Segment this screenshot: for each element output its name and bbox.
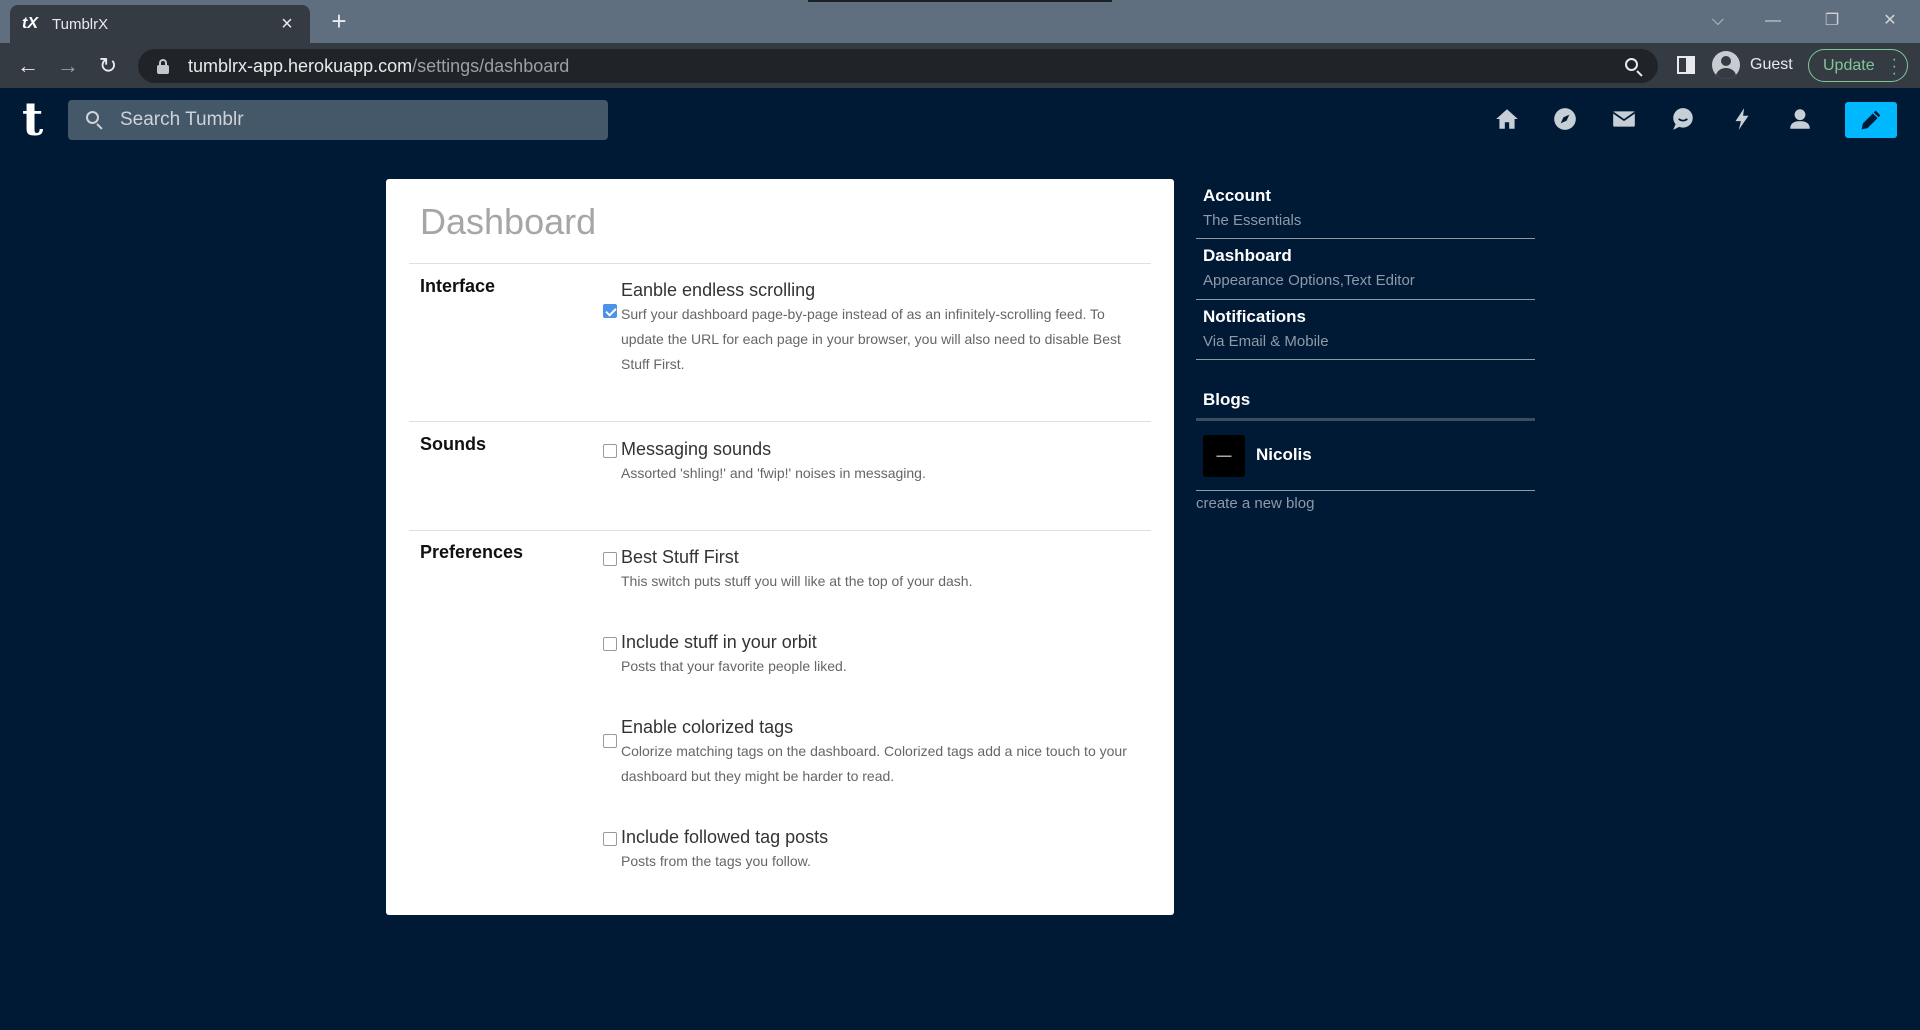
setting-endless-scrolling: Eanble endless scrolling Surf your dashb…	[603, 280, 1143, 372]
blog-avatar: ▬▬▬	[1203, 435, 1245, 477]
tumblrx-favicon-icon: tX	[22, 15, 38, 32]
search-icon	[86, 111, 104, 130]
tumblr-logo[interactable]: t	[22, 94, 43, 144]
sidebar-item-title: Account	[1203, 186, 1271, 205]
followed-tag-posts-checkbox[interactable]	[603, 832, 617, 846]
setting-title: Messaging sounds	[621, 439, 772, 459]
setting-title: Include followed tag posts	[621, 827, 829, 847]
url-text[interactable]: tumblrx-app.herokuapp.com/settings/dashb…	[188, 56, 1622, 77]
profile-button[interactable]: Guest	[1712, 51, 1793, 79]
section-label: Preferences	[420, 542, 524, 562]
tab-bar-edge	[808, 0, 1112, 2]
sidebar-item-title: Notifications	[1203, 307, 1306, 326]
blogs-heading: Blogs	[1203, 390, 1251, 409]
update-button[interactable]: Update · · ·	[1808, 49, 1908, 82]
sidebar-item-subtitle: The Essentials	[1203, 212, 1302, 229]
chat-icon[interactable]	[1668, 106, 1698, 136]
section-label: Interface	[420, 276, 496, 296]
pencil-icon	[1861, 110, 1881, 130]
section-preferences: Preferences Best Stuff First This switch…	[409, 530, 1151, 910]
profile-name: Guest	[1750, 56, 1793, 73]
settings-card: Dashboard Interface Eanble endless scrol…	[386, 179, 1174, 915]
search-input[interactable]	[120, 109, 590, 131]
sidebar-item-notifications[interactable]: Notifications Via Email & Mobile	[1196, 300, 1535, 360]
lightning-icon[interactable]	[1727, 106, 1757, 136]
compose-button[interactable]	[1845, 102, 1897, 138]
sidebar-item-dashboard[interactable]: Dashboard Appearance Options,Text Editor	[1196, 239, 1535, 300]
zoom-icon[interactable]	[1622, 55, 1644, 77]
browser-tab-bar: tX TumblrX × + ⌵ — ❐ ✕	[0, 0, 1920, 43]
setting-title: Best Stuff First	[621, 547, 739, 567]
colorized-tags-checkbox[interactable]	[603, 734, 617, 748]
search-box[interactable]	[68, 100, 608, 140]
new-tab-icon[interactable]: +	[324, 6, 354, 36]
setting-title: Include stuff in your orbit	[621, 632, 817, 652]
setting-desc: Posts that your favorite people liked.	[621, 658, 847, 674]
setting-desc: Colorize matching tags on the dashboard.…	[621, 743, 1127, 784]
home-icon[interactable]	[1492, 106, 1522, 136]
address-bar[interactable]: tumblrx-app.herokuapp.com/settings/dashb…	[138, 49, 1658, 83]
page-title: Dashboard	[420, 201, 597, 242]
setting-followed-tag-posts: Include followed tag posts Posts from th…	[603, 827, 1143, 877]
update-label: Update	[1823, 56, 1875, 74]
sidebar-item-subtitle: Via Email & Mobile	[1203, 333, 1329, 350]
blog-name: Nicolis	[1256, 445, 1312, 464]
setting-colorized-tags: Enable colorized tags Colorize matching …	[603, 717, 1143, 792]
minimize-icon[interactable]: —	[1753, 6, 1793, 36]
endless-scrolling-checkbox[interactable]	[603, 304, 617, 318]
tab-title: TumblrX	[52, 15, 109, 33]
setting-desc: This switch puts stuff you will like at …	[621, 573, 973, 589]
explore-icon[interactable]	[1550, 106, 1580, 136]
close-window-icon[interactable]: ✕	[1870, 6, 1910, 36]
restore-icon[interactable]: ❐	[1812, 6, 1852, 36]
create-blog-link[interactable]: create a new blog	[1196, 495, 1314, 512]
setting-desc: Posts from the tags you follow.	[621, 853, 811, 869]
mail-icon[interactable]	[1609, 106, 1639, 136]
section-label: Sounds	[420, 434, 486, 454]
sidebar-item-subtitle: Appearance Options,Text Editor	[1203, 272, 1415, 289]
tab-search-chevron-icon[interactable]: ⌵	[1698, 6, 1738, 36]
browser-toolbar: ← → ↻ tumblrx-app.herokuapp.com/settings…	[0, 43, 1920, 88]
tumblr-header: t	[0, 88, 1920, 152]
account-icon[interactable]	[1785, 106, 1815, 136]
blogs-divider	[1196, 418, 1535, 421]
best-stuff-first-checkbox[interactable]	[603, 552, 617, 566]
setting-best-stuff-first: Best Stuff First This switch puts stuff …	[603, 547, 1143, 597]
setting-title: Eanble endless scrolling	[621, 280, 816, 300]
lock-icon[interactable]	[154, 57, 172, 75]
sidebar-item-title: Dashboard	[1203, 246, 1292, 265]
close-tab-icon[interactable]: ×	[276, 13, 298, 36]
sidebar-item-account[interactable]: Account The Essentials	[1196, 180, 1535, 239]
setting-desc: Surf your dashboard page-by-page instead…	[621, 306, 1121, 372]
menu-dots-icon[interactable]: · · ·	[1892, 52, 1897, 82]
section-sounds: Sounds Messaging sounds Assorted 'shling…	[409, 421, 1151, 530]
side-panel-icon[interactable]	[1677, 56, 1695, 74]
profile-avatar-icon	[1712, 51, 1740, 79]
setting-include-orbit: Include stuff in your orbit Posts that y…	[603, 632, 1143, 682]
section-interface: Interface Eanble endless scrolling Surf …	[409, 263, 1151, 421]
include-orbit-checkbox[interactable]	[603, 637, 617, 651]
blog-item[interactable]: ▬▬▬ Nicolis	[1196, 433, 1535, 491]
setting-desc: Assorted 'shling!' and 'fwip!' noises in…	[621, 465, 926, 481]
setting-messaging-sounds: Messaging sounds Assorted 'shling!' and …	[603, 439, 1143, 489]
browser-tab[interactable]: tX TumblrX ×	[10, 5, 310, 43]
messaging-sounds-checkbox[interactable]	[603, 444, 617, 458]
forward-icon[interactable]: →	[52, 50, 84, 82]
back-icon[interactable]: ←	[12, 50, 44, 82]
setting-title: Enable colorized tags	[621, 717, 794, 737]
reload-icon[interactable]: ↻	[92, 50, 124, 82]
